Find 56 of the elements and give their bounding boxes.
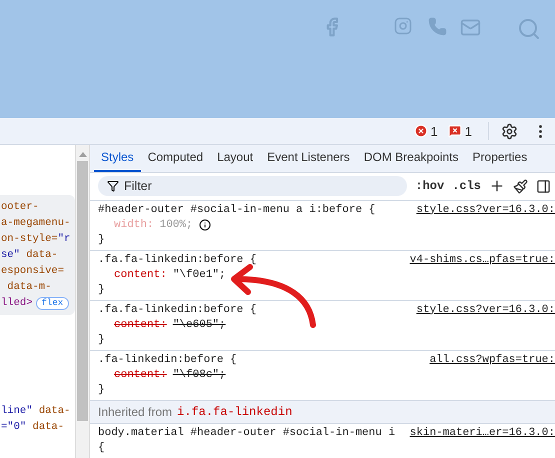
panel-tab[interactable]: Event Listeners	[260, 145, 357, 172]
paintbrush-icon[interactable]	[513, 178, 528, 194]
css-selector: .fa.fa-linkedin:before {	[98, 252, 256, 268]
code-text: data-	[38, 404, 70, 419]
code-text: lled>	[1, 296, 33, 311]
code-text: data-m-	[6, 280, 52, 295]
info-icon[interactable]	[198, 219, 211, 232]
closing-brace: }	[98, 232, 106, 248]
error-icon[interactable]	[414, 124, 428, 138]
code-text: ooter-	[1, 200, 39, 215]
css-property[interactable]: content:	[114, 268, 167, 283]
code-text: data-	[32, 420, 64, 435]
hov-button[interactable]: :hov	[415, 179, 444, 194]
code-text: a-megamenu-	[1, 216, 70, 231]
error-count: 1	[430, 124, 438, 138]
scrollbar[interactable]	[75, 145, 90, 458]
closing-brace: }	[98, 332, 106, 348]
css-property[interactable]: content:	[114, 368, 167, 383]
code-text: ="0"	[1, 420, 26, 435]
css-property[interactable]: content:	[114, 318, 167, 333]
source-link[interactable]: all.css?wpfas=true:	[430, 352, 555, 368]
flex-badge[interactable]: flex	[36, 296, 70, 310]
panel-tab[interactable]: Styles	[94, 145, 141, 172]
code-text: data-	[25, 248, 58, 263]
source-link[interactable]: v4-shims.cs…pfas=true:	[410, 252, 555, 268]
issue-icon[interactable]	[448, 124, 462, 138]
css-value[interactable]: "\f08c";	[172, 368, 226, 383]
filter-field[interactable]: Filter	[98, 176, 408, 196]
cls-button[interactable]: .cls	[452, 179, 481, 194]
filter-icon	[107, 180, 119, 192]
inherited-element[interactable]: i.fa.fa-linkedin	[177, 404, 292, 419]
inherited-label: Inherited from	[98, 404, 172, 419]
source-link[interactable]: style.css?ver=16.3.0:	[416, 202, 555, 218]
css-value[interactable]: "\e605";	[172, 318, 226, 333]
css-selector: .fa-linkedin:before {	[98, 352, 237, 368]
sidebar-toggle-icon[interactable]	[536, 178, 551, 194]
panel-tab[interactable]: Properties	[466, 145, 534, 172]
closing-brace: }	[98, 382, 106, 398]
code-text: "r	[58, 232, 70, 247]
issue-count: 1	[464, 124, 472, 138]
settings-icon[interactable]	[501, 122, 518, 140]
panel-tab[interactable]: Layout	[210, 145, 260, 172]
css-selector: body.material #header-outer #social-in-menu i	[98, 426, 396, 441]
closing-brace: }	[98, 282, 106, 298]
opening-brace: {	[98, 440, 106, 456]
source-link[interactable]: style.css?ver=16.3.0:	[416, 302, 555, 318]
css-value[interactable]: "\f0e1";	[172, 268, 226, 283]
panel-tab[interactable]: DOM Breakpoints	[356, 145, 466, 172]
code-text: se"	[1, 248, 20, 263]
code-text: on-style=	[1, 232, 58, 247]
panel-tab[interactable]: Computed	[140, 145, 210, 172]
css-selector: .fa.fa-linkedin:before {	[98, 302, 256, 318]
css-selector: #header-outer #social-in-menu a i:before {	[98, 202, 376, 218]
code-text: esponsive=	[1, 264, 64, 279]
code-text: line"	[1, 404, 33, 419]
source-link[interactable]: skin-materi…er=16.3.0:	[410, 426, 555, 441]
